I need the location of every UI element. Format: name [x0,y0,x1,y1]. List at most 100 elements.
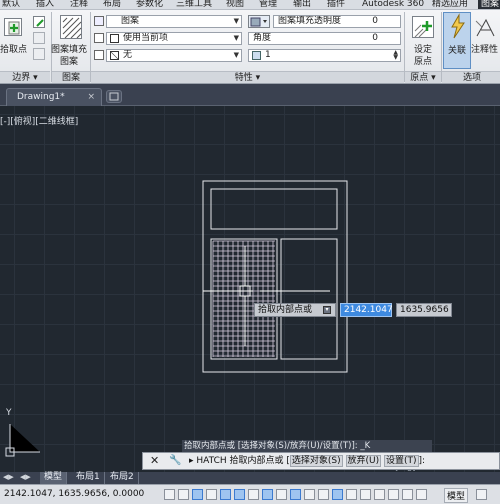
remove-boundaries-icon[interactable] [33,32,45,44]
command-input[interactable]: ▸ HATCH 拾取内部点或 [选择对象(S) 放弃(U) 设置(T)]: [189,455,425,468]
associative-toggle[interactable]: 关联 [443,12,471,69]
chevron-down-icon: ▼ [233,51,239,59]
select-objects-icon[interactable] [33,16,45,28]
background-color-select[interactable]: 无 ▼ [106,49,242,62]
scale-field[interactable]: 1 ▲ ▼ [248,49,401,62]
model-space-button[interactable]: 模型 [444,488,469,503]
associative-label: 关联 [448,46,467,56]
hatch-color-icon [94,33,104,43]
menu-featured-apps[interactable]: 精选应用 [432,0,468,9]
recreate-boundary-icon[interactable] [33,48,45,60]
chevron-down-icon: ▼ [233,34,239,42]
origin-panel-title[interactable]: 原点 ▾ [405,71,441,83]
first-tab-arrow-icon[interactable]: ◀▶ [3,473,14,481]
ortho-mode-icon[interactable] [206,489,217,500]
pick-point-button[interactable] [4,18,22,36]
menu-plugins[interactable]: 插件 [327,0,345,9]
annotation-monitor-icon[interactable] [360,489,371,500]
right-rectangle[interactable] [280,238,338,360]
polar-tracking-icon[interactable] [220,489,231,500]
hatch-type-select[interactable]: 图案 ▼ [106,15,242,28]
tab-layout2[interactable]: 布局2 [106,472,139,484]
angle-field[interactable]: 角度 0 [248,32,401,45]
document-tab[interactable]: Drawing1* × [6,88,102,106]
pick-point-label[interactable]: 拾取点 [0,42,27,55]
annotative-button[interactable] [474,16,496,38]
transparency-type-button[interactable] [248,15,270,28]
hatch-color-select[interactable]: 使用当前项 ▼ [106,32,242,45]
hatch-pattern-button[interactable] [60,15,82,39]
ucs-icon [5,424,40,457]
grid-display-icon[interactable] [192,489,203,500]
menu-output[interactable]: 输出 [293,0,311,9]
spinner-icon[interactable]: ▲ ▼ [393,50,398,61]
set-origin-icon [414,21,432,38]
dynamic-input-prompt: 拾取内部点或 ▾ [254,303,336,317]
chevron-down-icon: ▼ [233,17,239,25]
wrench-icon[interactable]: 🔧 [169,455,181,466]
outer-rectangle[interactable] [202,180,348,373]
close-icon[interactable]: ✕ [150,454,159,467]
menu-hatch-pattern[interactable]: 图案 [478,0,500,9]
coordinates-readout[interactable]: 2142.1047, 1635.9656, 0.0000 [4,489,144,499]
drawing-geometry [5,180,348,457]
menu-manage[interactable]: 管理 [259,0,277,9]
option-settings[interactable]: 设置(T) [384,455,419,467]
associative-icon [451,13,465,39]
menu-layout[interactable]: 布局 [103,0,121,9]
last-tab-arrow-icon[interactable]: ◀▶ [20,473,31,481]
annotative-icon [475,18,495,37]
dynamic-input-icon[interactable] [290,489,301,500]
boundary-panel-title[interactable]: 边界 ▾ [0,71,50,83]
menu-bar: 默认 插入 注释 布局 参数化 三维工具 视图 管理 输出 插件 Autodes… [0,0,500,10]
pattern-panel-title: 图案 [52,71,90,83]
dynamic-y-input[interactable]: 1635.9656 [396,303,452,317]
top-rectangle[interactable] [210,188,338,230]
annotative-label: 注释性 [471,45,499,55]
tab-model[interactable]: 模型 [40,472,68,484]
close-tab-icon[interactable]: × [87,89,95,106]
menu-3d-tools[interactable]: 三维工具 [176,0,212,9]
drawing-canvas[interactable]: [-][俯视][二维线框] Y 拾取内部点或 ▾ 2142.1047 1635.… [0,106,500,474]
menu-default[interactable]: 默认 [2,0,20,9]
set-origin-label2: 原点 [414,57,433,67]
scale-icon [252,51,261,60]
snap-mode-icon[interactable] [178,489,189,500]
option-select-objects[interactable]: 选择对象(S) [289,455,343,467]
properties-panel-title[interactable]: 特性 ▾ [91,71,404,83]
dynamic-ucs-icon[interactable] [276,489,287,500]
menu-annotate[interactable]: 注释 [70,0,88,9]
lineweight-icon[interactable] [304,489,315,500]
3d-object-snap-icon[interactable] [248,489,259,500]
quick-properties-icon[interactable] [332,489,343,500]
isolate-objects-icon[interactable] [374,489,385,500]
status-bar: 2142.1047, 1635.9656, 0.0000 模型 [0,484,500,504]
new-tab-button[interactable] [106,90,122,103]
tab-layout1[interactable]: 布局1 [72,472,105,484]
set-origin-button[interactable] [412,16,434,38]
transparency-icon[interactable] [318,489,329,500]
hatch-pattern-icon [62,17,82,39]
command-line[interactable]: ✕ 🔧 ▸ HATCH 拾取内部点或 [选择对象(S) 放弃(U) 设置(T)]… [142,452,500,470]
color-swatch [110,34,119,43]
hatch-pattern-label2: 图案 [60,57,79,67]
customization-icon[interactable] [416,489,427,500]
infer-constraints-icon[interactable] [164,489,175,500]
object-snap-icon[interactable] [234,489,245,500]
dynamic-x-input[interactable]: 2142.1047 [340,303,393,317]
clean-screen-icon[interactable] [402,489,413,500]
option-undo[interactable]: 放弃(U) [345,455,382,467]
pick-point-icon [8,21,20,35]
menu-autodesk-360[interactable]: Autodesk 360 [362,0,424,9]
selection-cycling-icon[interactable] [346,489,357,500]
no-color-swatch [110,51,119,60]
options-down-arrow-icon[interactable]: ▾ [323,306,331,314]
menu-parametric[interactable]: 参数化 [136,0,163,9]
object-snap-tracking-icon[interactable] [262,489,273,500]
menu-insert[interactable]: 插入 [36,0,54,9]
workspace-icon[interactable] [476,489,487,500]
transparency-field[interactable]: 图案填充透明度 0 [273,15,401,28]
menu-view[interactable]: 视图 [226,0,244,9]
hardware-acceleration-icon[interactable] [388,489,399,500]
command-history: 拾取内部点或 [选择对象(S)/放弃(U)/设置(T)]: _K [182,440,432,452]
